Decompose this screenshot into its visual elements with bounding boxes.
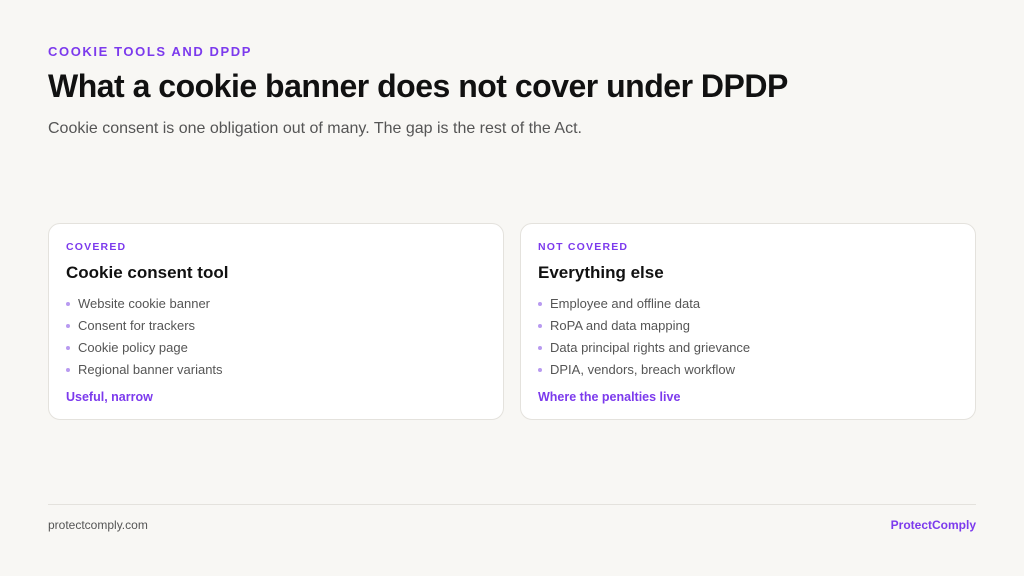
bullet-icon — [538, 324, 542, 328]
bullet-icon — [538, 368, 542, 372]
list-item-label: Cookie policy page — [78, 340, 188, 355]
footer-brand: ProtectComply — [890, 518, 976, 532]
list-item-label: RoPA and data mapping — [550, 318, 690, 333]
card-footer-note: Useful, narrow — [66, 390, 153, 404]
footer-domain: protectcomply.com — [48, 518, 148, 532]
bullet-icon — [538, 346, 542, 350]
card-list: Employee and offline data RoPA and data … — [538, 293, 957, 381]
covered-card: COVERED Cookie consent tool Website cook… — [48, 223, 504, 420]
card-title: Cookie consent tool — [66, 263, 229, 282]
not-covered-card: NOT COVERED Everything else Employee and… — [520, 223, 976, 420]
list-item: Regional banner variants — [66, 359, 485, 381]
card-tag: COVERED — [66, 241, 127, 253]
footer-divider — [48, 504, 976, 505]
list-item: Cookie policy page — [66, 337, 485, 359]
card-footer-note: Where the penalties live — [538, 390, 681, 404]
eyebrow-label: COOKIE TOOLS AND DPDP — [48, 44, 253, 59]
list-item-label: Regional banner variants — [78, 362, 223, 377]
list-item-label: Employee and offline data — [550, 296, 701, 311]
list-item: Employee and offline data — [538, 293, 957, 315]
bullet-icon — [66, 346, 70, 350]
card-title: Everything else — [538, 263, 664, 282]
list-item: Website cookie banner — [66, 293, 485, 315]
list-item: Consent for trackers — [66, 315, 485, 337]
bullet-icon — [538, 302, 542, 306]
list-item-label: Consent for trackers — [78, 318, 196, 333]
list-item-label: DPIA, vendors, breach workflow — [550, 362, 735, 377]
list-item: RoPA and data mapping — [538, 315, 957, 337]
list-item-label: Website cookie banner — [78, 296, 211, 311]
bullet-icon — [66, 368, 70, 372]
list-item: Data principal rights and grievance — [538, 337, 957, 359]
page-subtitle: Cookie consent is one obligation out of … — [48, 120, 582, 137]
bullet-icon — [66, 302, 70, 306]
card-tag: NOT COVERED — [538, 241, 629, 253]
list-item-label: Data principal rights and grievance — [550, 340, 751, 355]
list-item: DPIA, vendors, breach workflow — [538, 359, 957, 381]
card-list: Website cookie banner Consent for tracke… — [66, 293, 485, 381]
page-title: What a cookie banner does not cover unde… — [48, 68, 788, 104]
slide: COOKIE TOOLS AND DPDP What a cookie bann… — [0, 0, 1024, 576]
bullet-icon — [66, 324, 70, 328]
